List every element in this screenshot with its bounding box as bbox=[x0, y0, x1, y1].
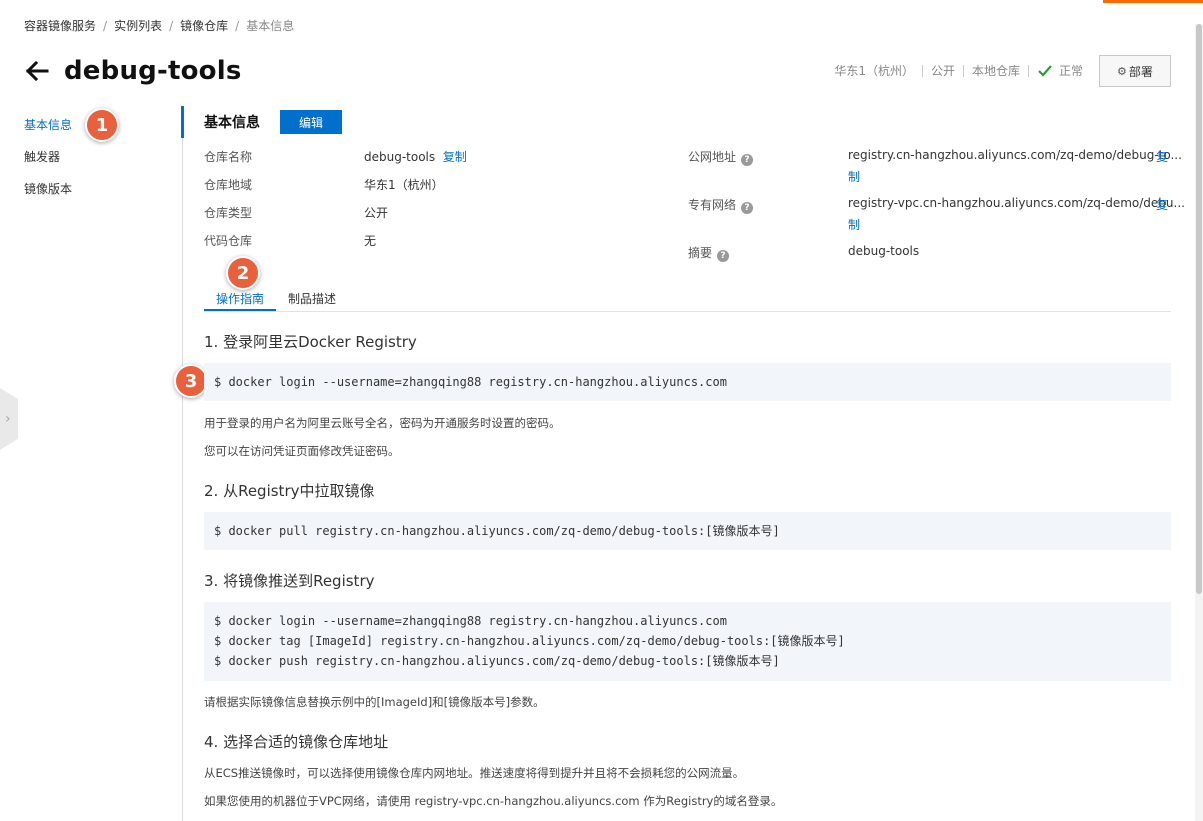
page-title: debug-tools bbox=[64, 56, 242, 86]
breadcrumb: 容器镜像服务 / 实例列表 / 镜像仓库 / 基本信息 bbox=[24, 17, 294, 34]
divider bbox=[962, 64, 964, 77]
top-accent bbox=[1103, 0, 1203, 3]
status-text: 正常 bbox=[1058, 64, 1083, 78]
step-1-code-block[interactable]: $ docker login --username=zhangqing88 re… bbox=[204, 363, 1171, 401]
breadcrumb-item-service[interactable]: 容器镜像服务 bbox=[24, 17, 96, 34]
copy-vpc-address-link-wrap[interactable]: 制 bbox=[848, 216, 860, 233]
section-header: 基本信息 编辑 bbox=[204, 110, 342, 134]
step-2-code-block[interactable]: $ docker pull registry.cn-hangzhou.aliyu… bbox=[204, 512, 1171, 550]
step-4-note: 从ECS推送镜像时，可以选择使用镜像仓库内网地址。推送速度将得到提升并且将不会损… bbox=[204, 766, 745, 780]
vpc-address-label: 专有网络 bbox=[688, 198, 737, 212]
copy-vpc-address-link[interactable]: 复 bbox=[1156, 196, 1168, 213]
info-value-digest: debug-tools bbox=[848, 244, 920, 258]
deploy-button-label: 部署 bbox=[1128, 64, 1153, 79]
deploy-button[interactable]: ⚙ 部署 bbox=[1099, 55, 1171, 87]
info-value-code-repo: 无 bbox=[364, 234, 377, 248]
tab-bar: 操作指南 制品描述 bbox=[204, 288, 1171, 312]
info-label-repo-name: 仓库名称 bbox=[204, 150, 253, 164]
help-icon[interactable]: ? bbox=[741, 154, 754, 166]
code-line: $ docker tag [ImageId] registry.cn-hangz… bbox=[214, 634, 845, 648]
repo-type-text: 本地仓库 bbox=[971, 64, 1020, 78]
active-tab-indicator bbox=[204, 309, 276, 311]
info-value-repo-name: debug-tools 复制 bbox=[364, 148, 467, 165]
code-line: $ docker login --username=zhangqing88 re… bbox=[214, 614, 727, 628]
info-label-public-address: 公网地址? bbox=[688, 148, 754, 166]
repo-status-area: 华东1（杭州） 公开 本地仓库 正常 bbox=[834, 62, 1083, 79]
step-2-heading: 2. 从Registry中拉取镜像 bbox=[204, 482, 375, 500]
edit-button[interactable]: 编辑 bbox=[280, 110, 342, 134]
scrollbar[interactable] bbox=[1195, 24, 1203, 821]
copy-repo-name-link[interactable]: 复制 bbox=[443, 150, 467, 164]
divider bbox=[1027, 64, 1029, 77]
step-badge-3: 3 bbox=[174, 364, 208, 398]
sidenav-item-triggers[interactable]: 触发器 bbox=[24, 148, 174, 180]
scrollbar-thumb[interactable] bbox=[1196, 24, 1202, 594]
step-3-heading: 3. 将镜像推送到Registry bbox=[204, 572, 375, 590]
expand-panel-handle[interactable]: › bbox=[0, 388, 18, 450]
info-value-region: 华东1（杭州） bbox=[364, 178, 444, 192]
breadcrumb-separator: / bbox=[169, 19, 174, 33]
step-1-note: 您可以在访问凭证页面修改凭证密码。 bbox=[204, 444, 400, 458]
info-value-repo-type: 公开 bbox=[364, 206, 389, 220]
region-text: 华东1（杭州） bbox=[834, 64, 914, 78]
tab-guide[interactable]: 操作指南 bbox=[216, 290, 264, 307]
code-line: $ docker pull registry.cn-hangzhou.aliyu… bbox=[214, 524, 780, 538]
tab-description[interactable]: 制品描述 bbox=[288, 290, 336, 307]
section-title: 基本信息 bbox=[204, 115, 260, 131]
visibility-text: 公开 bbox=[930, 64, 955, 78]
content-divider bbox=[182, 106, 183, 821]
code-line: $ docker login --username=zhangqing88 re… bbox=[214, 375, 727, 389]
step-badge-1: 1 bbox=[85, 108, 119, 142]
info-label-region: 仓库地域 bbox=[204, 178, 253, 192]
back-arrow-icon[interactable] bbox=[24, 58, 50, 84]
info-label-digest: 摘要? bbox=[688, 244, 730, 262]
step-4-note: 如果您使用的机器位于VPC网络，请使用 registry-vpc.cn-hang… bbox=[204, 794, 783, 808]
step-badge-2: 2 bbox=[226, 256, 260, 290]
content-divider-active bbox=[181, 106, 184, 138]
breadcrumb-separator: / bbox=[103, 19, 108, 33]
info-label-vpc-address: 专有网络? bbox=[688, 196, 754, 214]
step-3-note: 请根据实际镜像信息替换示例中的[ImageId]和[镜像版本号]参数。 bbox=[204, 695, 545, 709]
check-icon bbox=[1038, 64, 1052, 77]
repo-name-value: debug-tools bbox=[364, 150, 436, 164]
code-line: $ docker push registry.cn-hangzhou.aliyu… bbox=[214, 654, 780, 668]
title-row: debug-tools bbox=[24, 54, 242, 88]
help-icon[interactable]: ? bbox=[717, 250, 730, 262]
top-bar bbox=[0, 0, 1203, 3]
breadcrumb-item-instances[interactable]: 实例列表 bbox=[114, 17, 162, 34]
step-1-note: 用于登录的用户名为阿里云账号全名，密码为开通服务时设置的密码。 bbox=[204, 416, 561, 430]
copy-public-address-link[interactable]: 复 bbox=[1156, 148, 1168, 165]
public-address-label: 公网地址 bbox=[688, 150, 737, 164]
chevron-right-icon: › bbox=[5, 411, 11, 427]
info-label-code-repo: 代码仓库 bbox=[204, 234, 253, 248]
info-label-repo-type: 仓库类型 bbox=[204, 206, 253, 220]
breadcrumb-separator: / bbox=[235, 19, 240, 33]
step-3-code-block[interactable]: $ docker login --username=zhangqing88 re… bbox=[204, 602, 1171, 681]
help-icon[interactable]: ? bbox=[741, 202, 754, 214]
breadcrumb-item-repos[interactable]: 镜像仓库 bbox=[180, 17, 228, 34]
step-1-heading: 1. 登录阿里云Docker Registry bbox=[204, 333, 417, 351]
info-value-vpc-address: registry-vpc.cn-hangzhou.aliyuncs.com/zq… bbox=[848, 196, 1185, 210]
copy-public-address-link-wrap[interactable]: 制 bbox=[848, 168, 860, 185]
divider bbox=[921, 64, 923, 77]
step-4-heading: 4. 选择合适的镜像仓库地址 bbox=[204, 733, 389, 751]
breadcrumb-item-current: 基本信息 bbox=[246, 19, 295, 33]
info-value-public-address: registry.cn-hangzhou.aliyuncs.com/zq-dem… bbox=[848, 148, 1182, 162]
gear-icon: ⚙ bbox=[1117, 64, 1127, 78]
digest-label: 摘要 bbox=[688, 246, 713, 260]
sidenav-item-image-versions[interactable]: 镜像版本 bbox=[24, 180, 174, 212]
